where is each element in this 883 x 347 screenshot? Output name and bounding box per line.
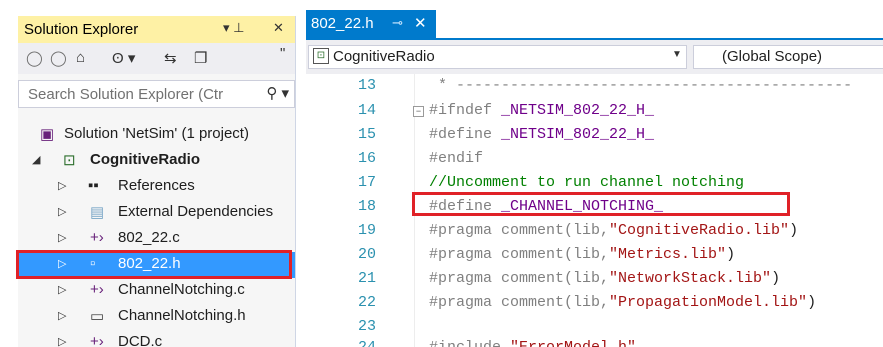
code-line: #define _NETSIM_802_22_H_ — [429, 126, 655, 143]
tab-802-22-h[interactable]: 802_22.h ⊸ ✕ — [306, 10, 436, 38]
tree-item-label: References — [118, 177, 195, 194]
tree-item-label: ChannelNotching.h — [118, 307, 246, 324]
tree-item-label: DCD.c — [118, 333, 163, 347]
code-line: #endif — [429, 150, 484, 167]
line-number: 20 — [357, 246, 376, 263]
expanded-arrow-icon[interactable]: ◢ — [32, 153, 40, 166]
tree-item-label: CognitiveRadio — [90, 151, 201, 168]
scope-dropdown[interactable]: (Global Scope) — [693, 45, 883, 69]
line-number: 14 — [357, 102, 376, 119]
tree-item-label: 802_22.c — [118, 229, 180, 246]
history-icon[interactable]: ʘ ▾ — [112, 49, 135, 67]
collapsed-arrow-icon[interactable]: ▷ — [58, 309, 66, 322]
sync-icon[interactable]: ⇆ — [164, 49, 177, 67]
search-input[interactable]: Search Solution Explorer (Ctr ⚲ ▾ — [18, 80, 295, 108]
line-number: 18 — [357, 198, 376, 215]
collapse-icon[interactable]: − — [413, 106, 424, 117]
line-number: 19 — [357, 222, 376, 239]
solution-explorer-toolbar: ◯ ◯ ⌂ ʘ ▾ ⇆ ❐ " — [18, 43, 295, 74]
highlight-box-selected-file — [16, 250, 292, 279]
back-icon[interactable]: ◯ — [26, 49, 43, 67]
code-line: #pragma comment(lib,"CognitiveRadio.lib"… — [429, 222, 799, 239]
pin-icon[interactable]: ▾ ⊥ — [223, 20, 244, 36]
solution-explorer-panel: Solution Explorer ▾ ⊥ ✕ ◯ ◯ ⌂ ʘ ▾ ⇆ ❐ " … — [18, 16, 296, 347]
tab-label: 802_22.h — [311, 15, 374, 32]
highlight-box-define-line — [412, 192, 790, 216]
line-number: 21 — [357, 270, 376, 287]
collapsed-arrow-icon[interactable]: ▷ — [58, 283, 66, 296]
tree-item-802-22-c[interactable]: ▷ +› 802_22.c — [18, 226, 295, 252]
h-file-icon: ▭ — [90, 308, 105, 325]
tree-item-project[interactable]: ◢ ⊡ CognitiveRadio — [18, 148, 295, 174]
collapsed-arrow-icon[interactable]: ▷ — [58, 205, 66, 218]
project-icon: ⊡ — [313, 48, 329, 64]
c-file-icon: +› — [90, 333, 104, 347]
code-line: //Uncomment to run channel notching — [429, 174, 745, 191]
tree-item-channelnotching-h[interactable]: ▷ ▭ ChannelNotching.h — [18, 304, 295, 330]
project-icon: ⊡ — [63, 152, 76, 169]
tree-item-channelnotching-c[interactable]: ▷ +› ChannelNotching.c — [18, 278, 295, 304]
references-icon: ▪▪ — [88, 177, 99, 194]
code-line: #pragma comment(lib,"Metrics.lib") — [429, 246, 736, 263]
collapsed-arrow-icon[interactable]: ▷ — [58, 335, 66, 347]
tree-item-solution[interactable]: ▣ Solution 'NetSim' (1 project) — [18, 122, 295, 148]
search-icon[interactable]: ⚲ ▾ — [266, 84, 289, 102]
line-number: 15 — [357, 126, 376, 143]
line-number: 22 — [357, 294, 376, 311]
line-number: 13 — [357, 77, 376, 94]
forward-icon[interactable]: ◯ — [50, 49, 67, 67]
search-placeholder: Search Solution Explorer (Ctr — [28, 86, 224, 103]
c-file-icon: +› — [90, 281, 104, 298]
collapse-all-icon[interactable]: ❐ — [194, 49, 207, 67]
c-file-icon: +› — [90, 229, 104, 246]
tree-item-references[interactable]: ▷ ▪▪ References — [18, 174, 295, 200]
collapsed-arrow-icon[interactable]: ▷ — [58, 231, 66, 244]
project-dropdown-value: CognitiveRadio — [333, 48, 435, 65]
line-number: 17 — [357, 174, 376, 191]
scope-dropdown-value: (Global Scope) — [722, 48, 823, 65]
line-number: 23 — [357, 318, 376, 335]
tree-item-label: ChannelNotching.c — [118, 281, 245, 298]
folder-icon: ▤ — [90, 204, 105, 221]
line-number: 16 — [357, 150, 376, 167]
home-icon[interactable]: ⌂ — [76, 49, 85, 66]
code-line: #ifndef _NETSIM_802_22_H_ — [429, 102, 655, 119]
pin-icon[interactable]: ⊸ — [392, 15, 403, 31]
tree-item-dcd-c[interactable]: ▷ +› DCD.c — [18, 330, 295, 347]
project-dropdown[interactable]: ⊡ CognitiveRadio ▼ — [308, 45, 687, 69]
code-line: * --------------------------------------… — [429, 77, 853, 94]
line-number: 24 — [336, 339, 376, 347]
close-icon[interactable]: ✕ — [273, 20, 284, 36]
tree-item-external-dependencies[interactable]: ▷ ▤ External Dependencies — [18, 200, 295, 226]
solution-icon: ▣ — [40, 126, 55, 143]
code-line: #pragma comment(lib,"NetworkStack.lib") — [429, 270, 781, 287]
solution-explorer-titlebar: Solution Explorer ▾ ⊥ ✕ — [18, 16, 295, 43]
code-line: #include "ErrorModel.h" — [429, 339, 636, 347]
close-icon[interactable]: ✕ — [414, 14, 427, 32]
editor-navigation-bar: ⊡ CognitiveRadio ▼ (Global Scope) — [306, 40, 883, 74]
solution-explorer-title: Solution Explorer — [24, 21, 139, 38]
tree-item-label: External Dependencies — [118, 203, 274, 220]
tree-item-label: Solution 'NetSim' (1 project) — [64, 125, 249, 142]
overflow-icon[interactable]: " — [280, 45, 285, 62]
collapsed-arrow-icon[interactable]: ▷ — [58, 179, 66, 192]
chevron-down-icon: ▼ — [672, 49, 682, 60]
code-line: #pragma comment(lib,"PropagationModel.li… — [429, 294, 817, 311]
